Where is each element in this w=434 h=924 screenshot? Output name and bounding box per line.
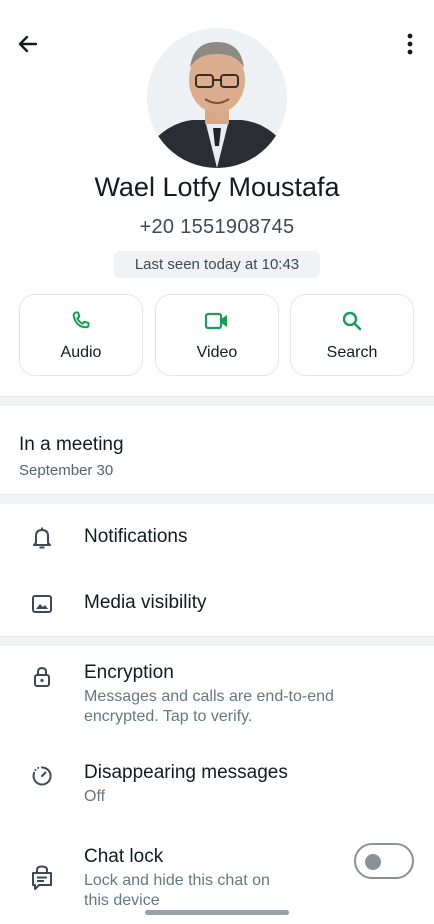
contact-avatar[interactable] [147,28,287,168]
chat-lock-toggle[interactable] [354,843,414,879]
section-divider [0,396,434,406]
chat-lock-subtitle-line2: this device [84,892,160,905]
notifications-title: Notifications [84,526,188,547]
search-label: Search [326,344,378,361]
chat-lock-icon [32,865,52,890]
chat-lock-title: Chat lock [84,846,164,867]
media-visibility-row[interactable]: Media visibility [0,578,434,632]
about-section[interactable]: In a meeting September 30 [19,434,124,479]
contact-phone: +20 1551908745 [139,216,295,238]
disappearing-messages-title: Disappearing messages [84,762,288,783]
about-date: September 30 [19,462,114,479]
home-indicator[interactable] [145,910,289,915]
more-vertical-icon [407,33,413,55]
chat-lock-subtitle-line1: Lock and hide this chat on [84,872,270,889]
encryption-subtitle-line2: encrypted. Tap to verify. [84,708,253,725]
audio-label: Audio [60,344,102,361]
lock-icon [34,666,50,687]
image-icon [32,595,52,613]
notifications-row[interactable]: Notifications [0,512,434,566]
disappearing-messages-status: Off [84,788,106,805]
media-visibility-title: Media visibility [84,592,207,613]
section-divider [0,494,434,504]
audio-call-button[interactable]: Audio [19,294,143,376]
video-camera-icon [204,312,227,330]
bell-icon [33,527,51,549]
video-label: Video [196,344,238,361]
navigation-gesture-bar [0,905,434,924]
more-options-button[interactable] [398,26,422,62]
encryption-title: Encryption [84,662,174,683]
disappearing-messages-row[interactable]: Disappearing messages Off [0,760,434,816]
arrow-left-icon [18,35,38,53]
avatar-photo [147,28,287,168]
contact-name: Wael Lotfy Moustafa [94,172,340,202]
video-call-button[interactable]: Video [155,294,279,376]
timer-icon [32,766,52,786]
search-button[interactable]: Search [290,294,414,376]
about-text: In a meeting [19,434,124,455]
phone-icon [72,311,90,329]
search-icon [342,311,362,331]
encryption-row[interactable]: Encryption Messages and calls are end-to… [0,660,434,736]
toggle-knob [365,854,381,870]
encryption-subtitle-line1: Messages and calls are end-to-end [84,688,334,705]
last-seen-badge: Last seen today at 10:43 [114,251,320,278]
section-divider [0,636,434,646]
back-button[interactable] [10,26,46,62]
